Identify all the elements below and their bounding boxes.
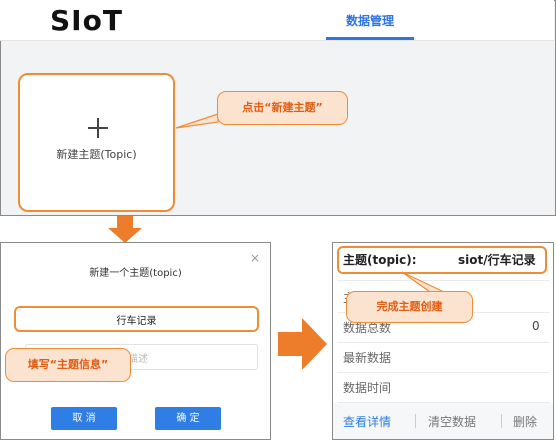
message-count-value: 0 <box>532 319 540 333</box>
divider <box>501 414 502 428</box>
callout-pointer <box>175 113 219 129</box>
description-placeholder: 描述 <box>128 354 148 365</box>
divider <box>337 372 550 373</box>
tab-data-management[interactable]: 数据管理 <box>326 12 414 29</box>
divider <box>337 342 550 343</box>
data-time-label: 数据时间 <box>343 381 392 395</box>
new-topic-card[interactable] <box>18 73 175 212</box>
active-tab-indicator <box>326 37 414 40</box>
new-topic-label[interactable]: 新建主题(Topic) <box>18 146 175 162</box>
divider <box>415 414 416 428</box>
topic-title-value: siot/行车记录 <box>458 253 536 267</box>
clear-data-button[interactable]: 清空数据 <box>428 413 476 430</box>
dialog-title: 新建一个主题(topic) <box>89 268 182 279</box>
latest-data-label: 最新数据 <box>343 351 392 365</box>
right-arrow-icon <box>278 318 327 370</box>
plus-icon[interactable] <box>88 118 108 138</box>
topic-title-label: 主题(topic): <box>343 253 417 267</box>
siot-logo: SIoT <box>50 4 123 37</box>
close-icon[interactable]: × <box>250 251 260 265</box>
callout-step-1: 点击“新建主题” <box>217 91 348 125</box>
confirm-button[interactable]: 确 定 <box>155 407 221 430</box>
callout-step-2: 填写“主题信息” <box>5 348 131 382</box>
down-arrow-icon <box>108 216 142 243</box>
callout-step-3: 完成主题创建 <box>346 291 473 323</box>
delete-button[interactable]: 删除 <box>513 413 537 430</box>
cancel-button[interactable]: 取 消 <box>51 407 117 430</box>
topic-name-value: 行车记录 <box>116 316 157 327</box>
view-details-button[interactable]: 查看详情 <box>343 413 391 430</box>
